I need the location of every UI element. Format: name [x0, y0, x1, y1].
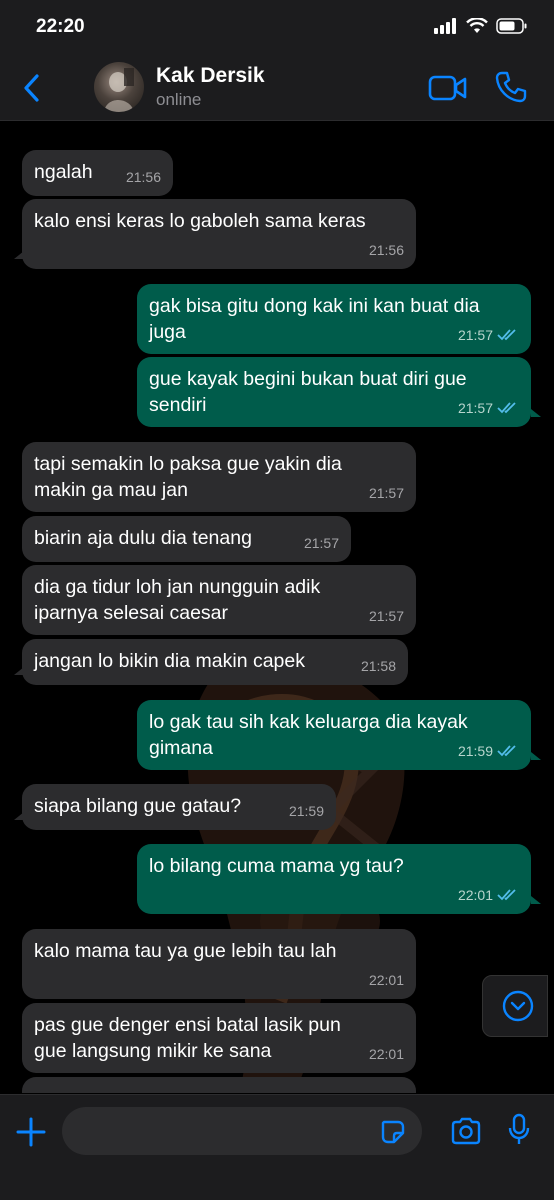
message-time: 21:58: [360, 658, 396, 674]
signal-icon: [434, 18, 456, 34]
message-text-line: dia ga tidur loh jan nungguin adik: [34, 576, 321, 598]
message-input[interactable]: [62, 1107, 422, 1155]
message-input-bar: [0, 1094, 554, 1200]
bubble-tail: [531, 896, 541, 904]
status-bar: 22:20: [0, 0, 554, 56]
bubble-tail: [14, 667, 24, 675]
message-incoming[interactable]: pas gue denger ensi batal lasik pun gue …: [22, 1003, 416, 1073]
message-text-line: gue langsung mikir ke sana: [34, 1040, 272, 1062]
message-time: 21:57: [368, 608, 404, 624]
message-text-line: gak bisa gitu dong kak ini kan buat dia: [149, 295, 480, 317]
status-time: 22:20: [36, 16, 85, 37]
bubble-tail: [14, 812, 24, 820]
bubble-tail: [531, 409, 541, 417]
message-text: kalo ensi keras lo gaboleh sama keras: [34, 210, 366, 232]
message-text: lo bilang cuma mama yg tau?: [149, 855, 404, 877]
message-incoming[interactable]: dia ga tidur loh jan nungguin adik iparn…: [22, 565, 416, 635]
contact-name[interactable]: Kak Dersik: [156, 64, 265, 88]
message-time: 22:01: [368, 1046, 404, 1062]
message-incoming-partial[interactable]: [22, 1077, 416, 1093]
battery-icon: [496, 18, 527, 34]
message-text-line: iparnya selesai caesar: [34, 602, 229, 624]
message-time: 22:01: [457, 887, 493, 903]
chat-header: Kak Dersik online: [0, 56, 554, 121]
double-check-icon: [497, 329, 516, 341]
message-text-line: makin ga mau jan: [34, 479, 188, 501]
microphone-icon[interactable]: [507, 1113, 531, 1147]
double-check-icon: [497, 889, 516, 901]
message-incoming[interactable]: jangan lo bikin dia makin capek 21:58: [14, 639, 408, 685]
contact-status: online: [156, 90, 202, 109]
message-text: jangan lo bikin dia makin capek: [34, 650, 306, 672]
message-meta: 22:01: [458, 882, 519, 908]
video-call-icon[interactable]: [428, 74, 468, 102]
message-incoming[interactable]: kalo ensi keras lo gaboleh sama keras 21…: [14, 199, 416, 269]
message-time: 21:57: [303, 535, 339, 551]
plus-icon[interactable]: [16, 1117, 46, 1147]
message-text-line: lo gak tau sih kak keluarga dia kayak: [149, 711, 468, 733]
message-incoming[interactable]: tapi semakin lo paksa gue yakin dia maki…: [22, 442, 416, 512]
message-text-line: gue kayak begini bukan buat diri gue: [149, 368, 467, 390]
bubble-tail: [531, 752, 541, 760]
sticker-icon[interactable]: [380, 1119, 406, 1145]
chevron-down-circle-icon: [502, 990, 534, 1022]
message-incoming[interactable]: siapa bilang gue gatau? 21:59: [14, 784, 336, 830]
message-text-line: tapi semakin lo paksa gue yakin dia: [34, 453, 342, 475]
wifi-icon: [466, 18, 488, 33]
message-time: 21:56: [368, 242, 404, 258]
double-check-icon: [497, 402, 516, 414]
message-meta: 21:57: [458, 322, 519, 348]
message-text: biarin aja dulu dia tenang: [34, 527, 252, 549]
message-text: kalo mama tau ya gue lebih tau lah: [34, 940, 337, 962]
message-outgoing[interactable]: gak bisa gitu dong kak ini kan buat dia …: [137, 284, 531, 354]
chat-area[interactable]: ngalah 21:56 kalo ensi keras lo gaboleh …: [0, 121, 554, 1093]
message-text: siapa bilang gue gatau?: [34, 795, 242, 817]
message-meta: 21:59: [458, 738, 519, 764]
message-time: 22:01: [368, 972, 404, 988]
message-time: 21:57: [368, 485, 404, 501]
status-icons: [434, 18, 528, 34]
contact-avatar[interactable]: [94, 62, 144, 112]
bubble-tail: [14, 251, 24, 259]
message-meta: 21:57: [458, 395, 519, 421]
voice-call-icon[interactable]: [494, 70, 528, 104]
message-incoming[interactable]: ngalah 21:56: [22, 150, 173, 196]
double-check-icon: [497, 745, 516, 757]
message-outgoing[interactable]: lo gak tau sih kak keluarga dia kayak gi…: [137, 700, 541, 770]
message-time: 21:59: [457, 743, 493, 759]
message-outgoing[interactable]: gue kayak begini bukan buat diri gue sen…: [137, 357, 541, 427]
message-incoming[interactable]: biarin aja dulu dia tenang 21:57: [22, 516, 351, 562]
scroll-to-bottom-button[interactable]: [482, 975, 548, 1037]
back-chevron-icon[interactable]: [20, 72, 44, 104]
message-time: 21:57: [457, 327, 493, 343]
message-time: 21:56: [125, 169, 161, 185]
message-time: 21:59: [288, 803, 324, 819]
message-outgoing[interactable]: lo bilang cuma mama yg tau? 22:01: [137, 844, 541, 914]
camera-icon[interactable]: [450, 1117, 482, 1145]
message-text-line: pas gue denger ensi batal lasik pun: [34, 1014, 341, 1036]
message-time: 21:57: [457, 400, 493, 416]
message-incoming[interactable]: kalo mama tau ya gue lebih tau lah 22:01: [22, 929, 416, 999]
